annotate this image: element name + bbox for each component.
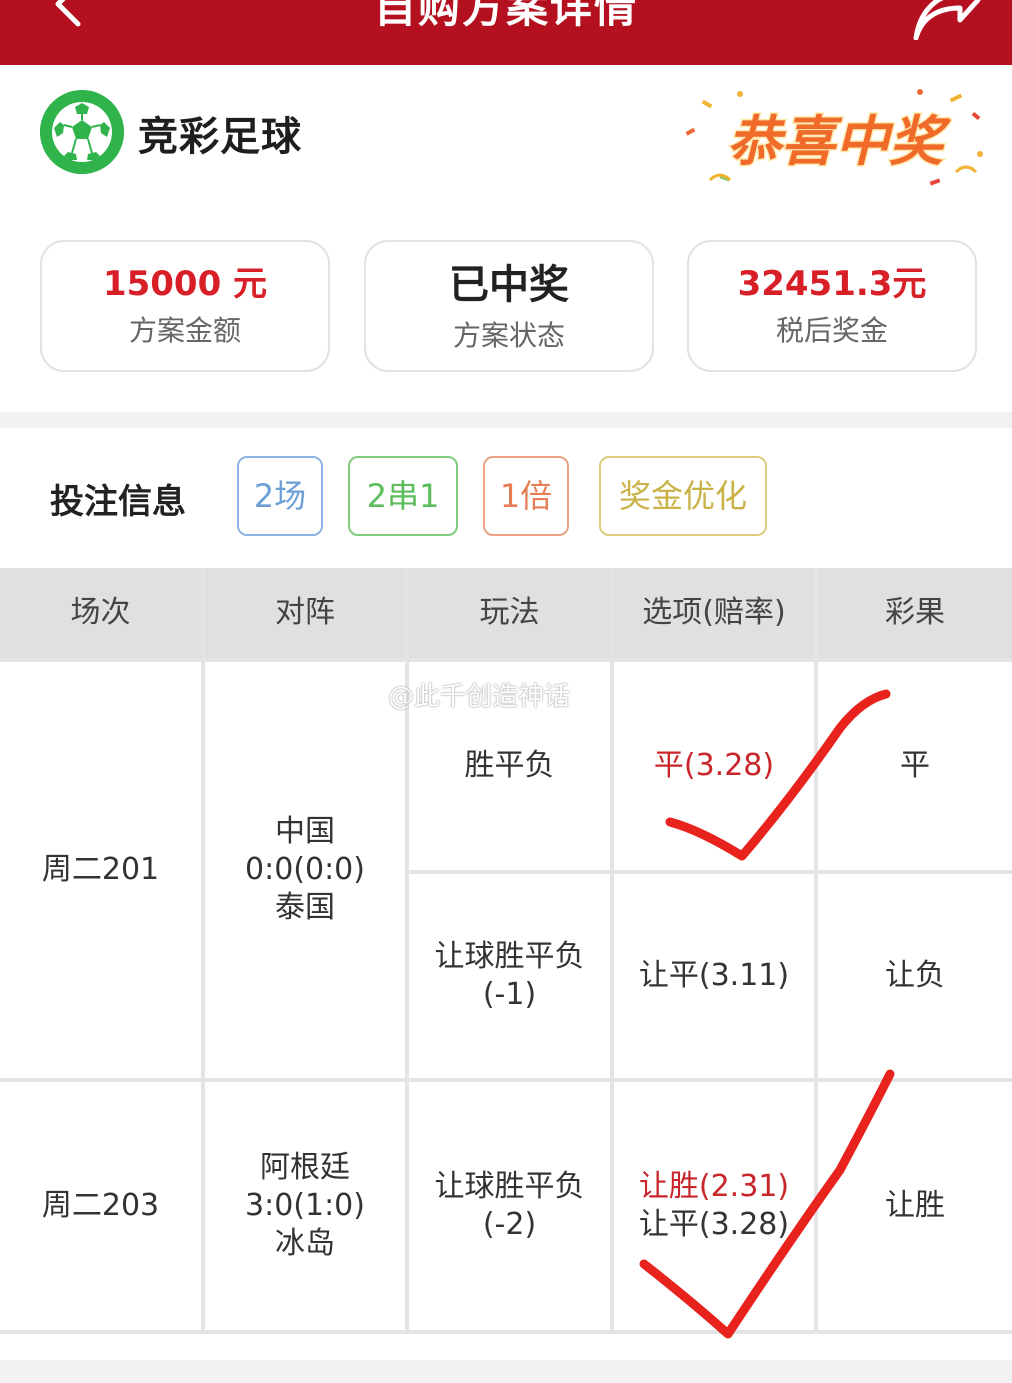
play-type: 让球胜平负 <box>434 939 585 974</box>
session-text: 周二203 <box>41 1188 160 1223</box>
prize-value: 32451.3元 <box>737 264 927 304</box>
plan-amount-card: 15000 元 方案金额 <box>40 240 330 372</box>
match-2-matchup: 阿根廷 3:0(1:0) 冰岛 <box>205 1082 405 1330</box>
bottom-divider <box>0 1360 1012 1383</box>
match-1-bet-2-option: 让平(3.11) <box>614 874 814 1078</box>
prize-card: 32451.3元 税后奖金 <box>687 240 977 372</box>
result-text: 让负 <box>885 958 945 993</box>
prize-label: 税后奖金 <box>775 314 888 347</box>
option-odds: 让平(3.28) <box>638 1207 790 1242</box>
result-text: 平 <box>900 748 930 783</box>
plan-status-label: 方案状态 <box>452 319 565 352</box>
banner-text: 恭喜中奖 <box>727 110 952 173</box>
option-odds-selected: 让胜(2.31) <box>638 1169 790 1204</box>
play-type: 胜平负 <box>464 748 555 783</box>
header-option-odds: 选项(赔率) <box>614 568 814 658</box>
soccer-ball-icon <box>40 90 124 174</box>
match-1-bet-1-result: 平 <box>818 662 1012 870</box>
match-2-session: 周二203 <box>0 1082 201 1330</box>
match-1-session: 周二201 <box>0 662 201 1078</box>
result-text: 让胜 <box>885 1188 945 1223</box>
tag-prize-optimize: 奖金优化 <box>599 456 767 536</box>
top-bar: 自购方案详情 <box>0 0 1012 65</box>
match-score: 3:0(1:0) <box>245 1188 365 1223</box>
away-team: 泰国 <box>275 890 335 925</box>
play-type: 让球胜平负 <box>434 1169 585 1204</box>
match-score: 0:0(0:0) <box>245 852 365 887</box>
handicap: (-2) <box>482 1207 537 1242</box>
section-divider <box>0 412 1012 428</box>
tag-multiple: 1倍 <box>483 456 569 536</box>
tag-match-count: 2场 <box>237 456 323 536</box>
match-1-matchup: 中国 0:0(0:0) 泰国 <box>205 662 405 1078</box>
plan-amount-value: 15000 元 <box>102 264 268 304</box>
handicap: (-1) <box>482 977 537 1012</box>
away-team: 冰岛 <box>275 1226 335 1261</box>
header-session: 场次 <box>0 568 201 658</box>
plan-status-value: 已中奖 <box>449 262 569 308</box>
plan-detail-page: 自购方案详情 竞彩足球 恭喜中奖 15000 元 方案金额 已中奖 方案状态 3… <box>0 0 1012 1383</box>
match-1-bet-2-play: 让球胜平负 (-1) <box>409 874 610 1078</box>
match-1-bet-2-result: 让负 <box>818 874 1012 1078</box>
share-arrow-icon[interactable] <box>910 0 982 40</box>
match-2-bet-1-result: 让胜 <box>818 1082 1012 1330</box>
header-matchup: 对阵 <box>205 568 405 658</box>
match-2-bet-1-option: 让胜(2.31) 让平(3.28) <box>614 1082 814 1330</box>
plan-amount-label: 方案金额 <box>128 314 241 347</box>
congratulations-banner: 恭喜中奖 <box>685 89 983 186</box>
bet-info-title: 投注信息 <box>50 482 186 522</box>
match-2-bet-1-play: 让球胜平负 (-2) <box>409 1082 610 1330</box>
option-odds: 让平(3.11) <box>638 958 790 993</box>
header-play: 玩法 <box>409 568 610 658</box>
tag-parlay-type: 2串1 <box>348 456 458 536</box>
session-text: 周二201 <box>41 852 160 887</box>
home-team: 中国 <box>275 814 335 849</box>
option-odds: 平(3.28) <box>653 748 775 783</box>
watermark: @此千创造神话 <box>388 682 571 712</box>
plan-status-card: 已中奖 方案状态 <box>364 240 654 372</box>
header-result: 彩果 <box>818 568 1012 658</box>
lottery-name: 竞彩足球 <box>138 114 302 160</box>
home-team: 阿根廷 <box>260 1150 350 1185</box>
match-1-bet-1-option: 平(3.28) <box>614 662 814 870</box>
page-title: 自购方案详情 <box>373 0 638 32</box>
